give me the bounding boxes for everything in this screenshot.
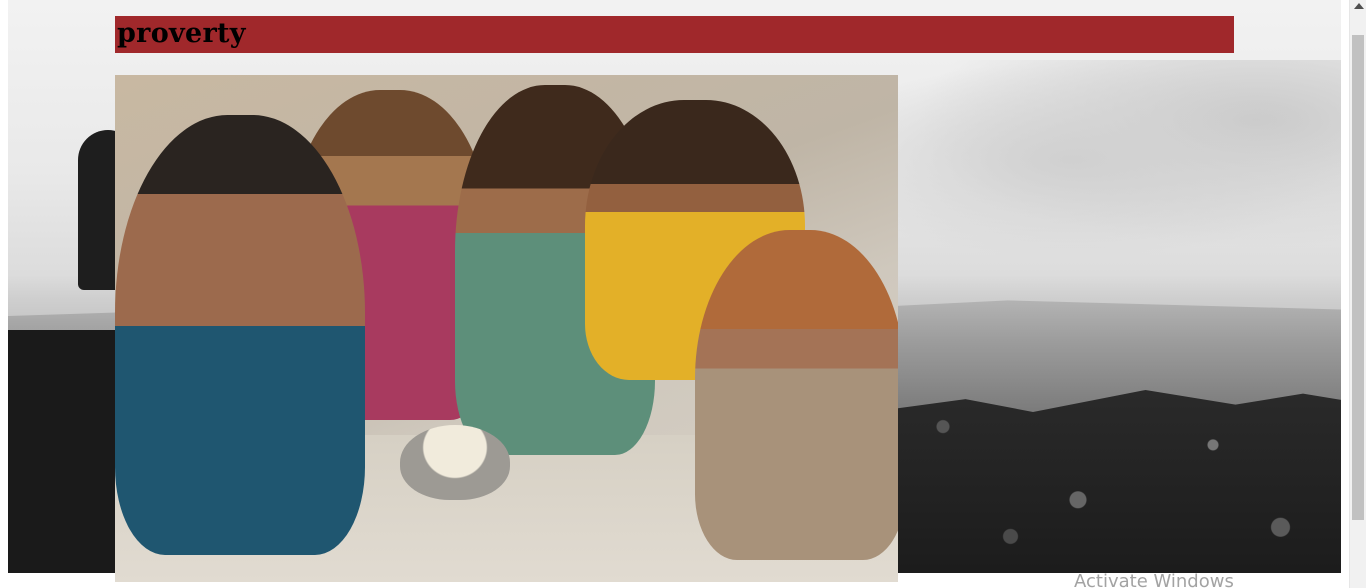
- background-clouds: [888, 60, 1341, 260]
- header-bar: proverty: [115, 16, 1234, 53]
- main-photo: [115, 75, 898, 582]
- child-figure: [695, 230, 898, 560]
- page-title: proverty: [117, 18, 246, 49]
- food-bowl: [400, 425, 510, 500]
- activation-watermark: Activate Windows: [1074, 571, 1234, 588]
- vertical-scrollbar[interactable]: [1349, 0, 1366, 588]
- scroll-up-arrow-icon[interactable]: [1354, 3, 1364, 9]
- child-figure: [115, 115, 365, 555]
- background-dark-figure: [8, 330, 128, 573]
- scroll-thumb[interactable]: [1352, 35, 1364, 520]
- background-rubble: [898, 390, 1341, 573]
